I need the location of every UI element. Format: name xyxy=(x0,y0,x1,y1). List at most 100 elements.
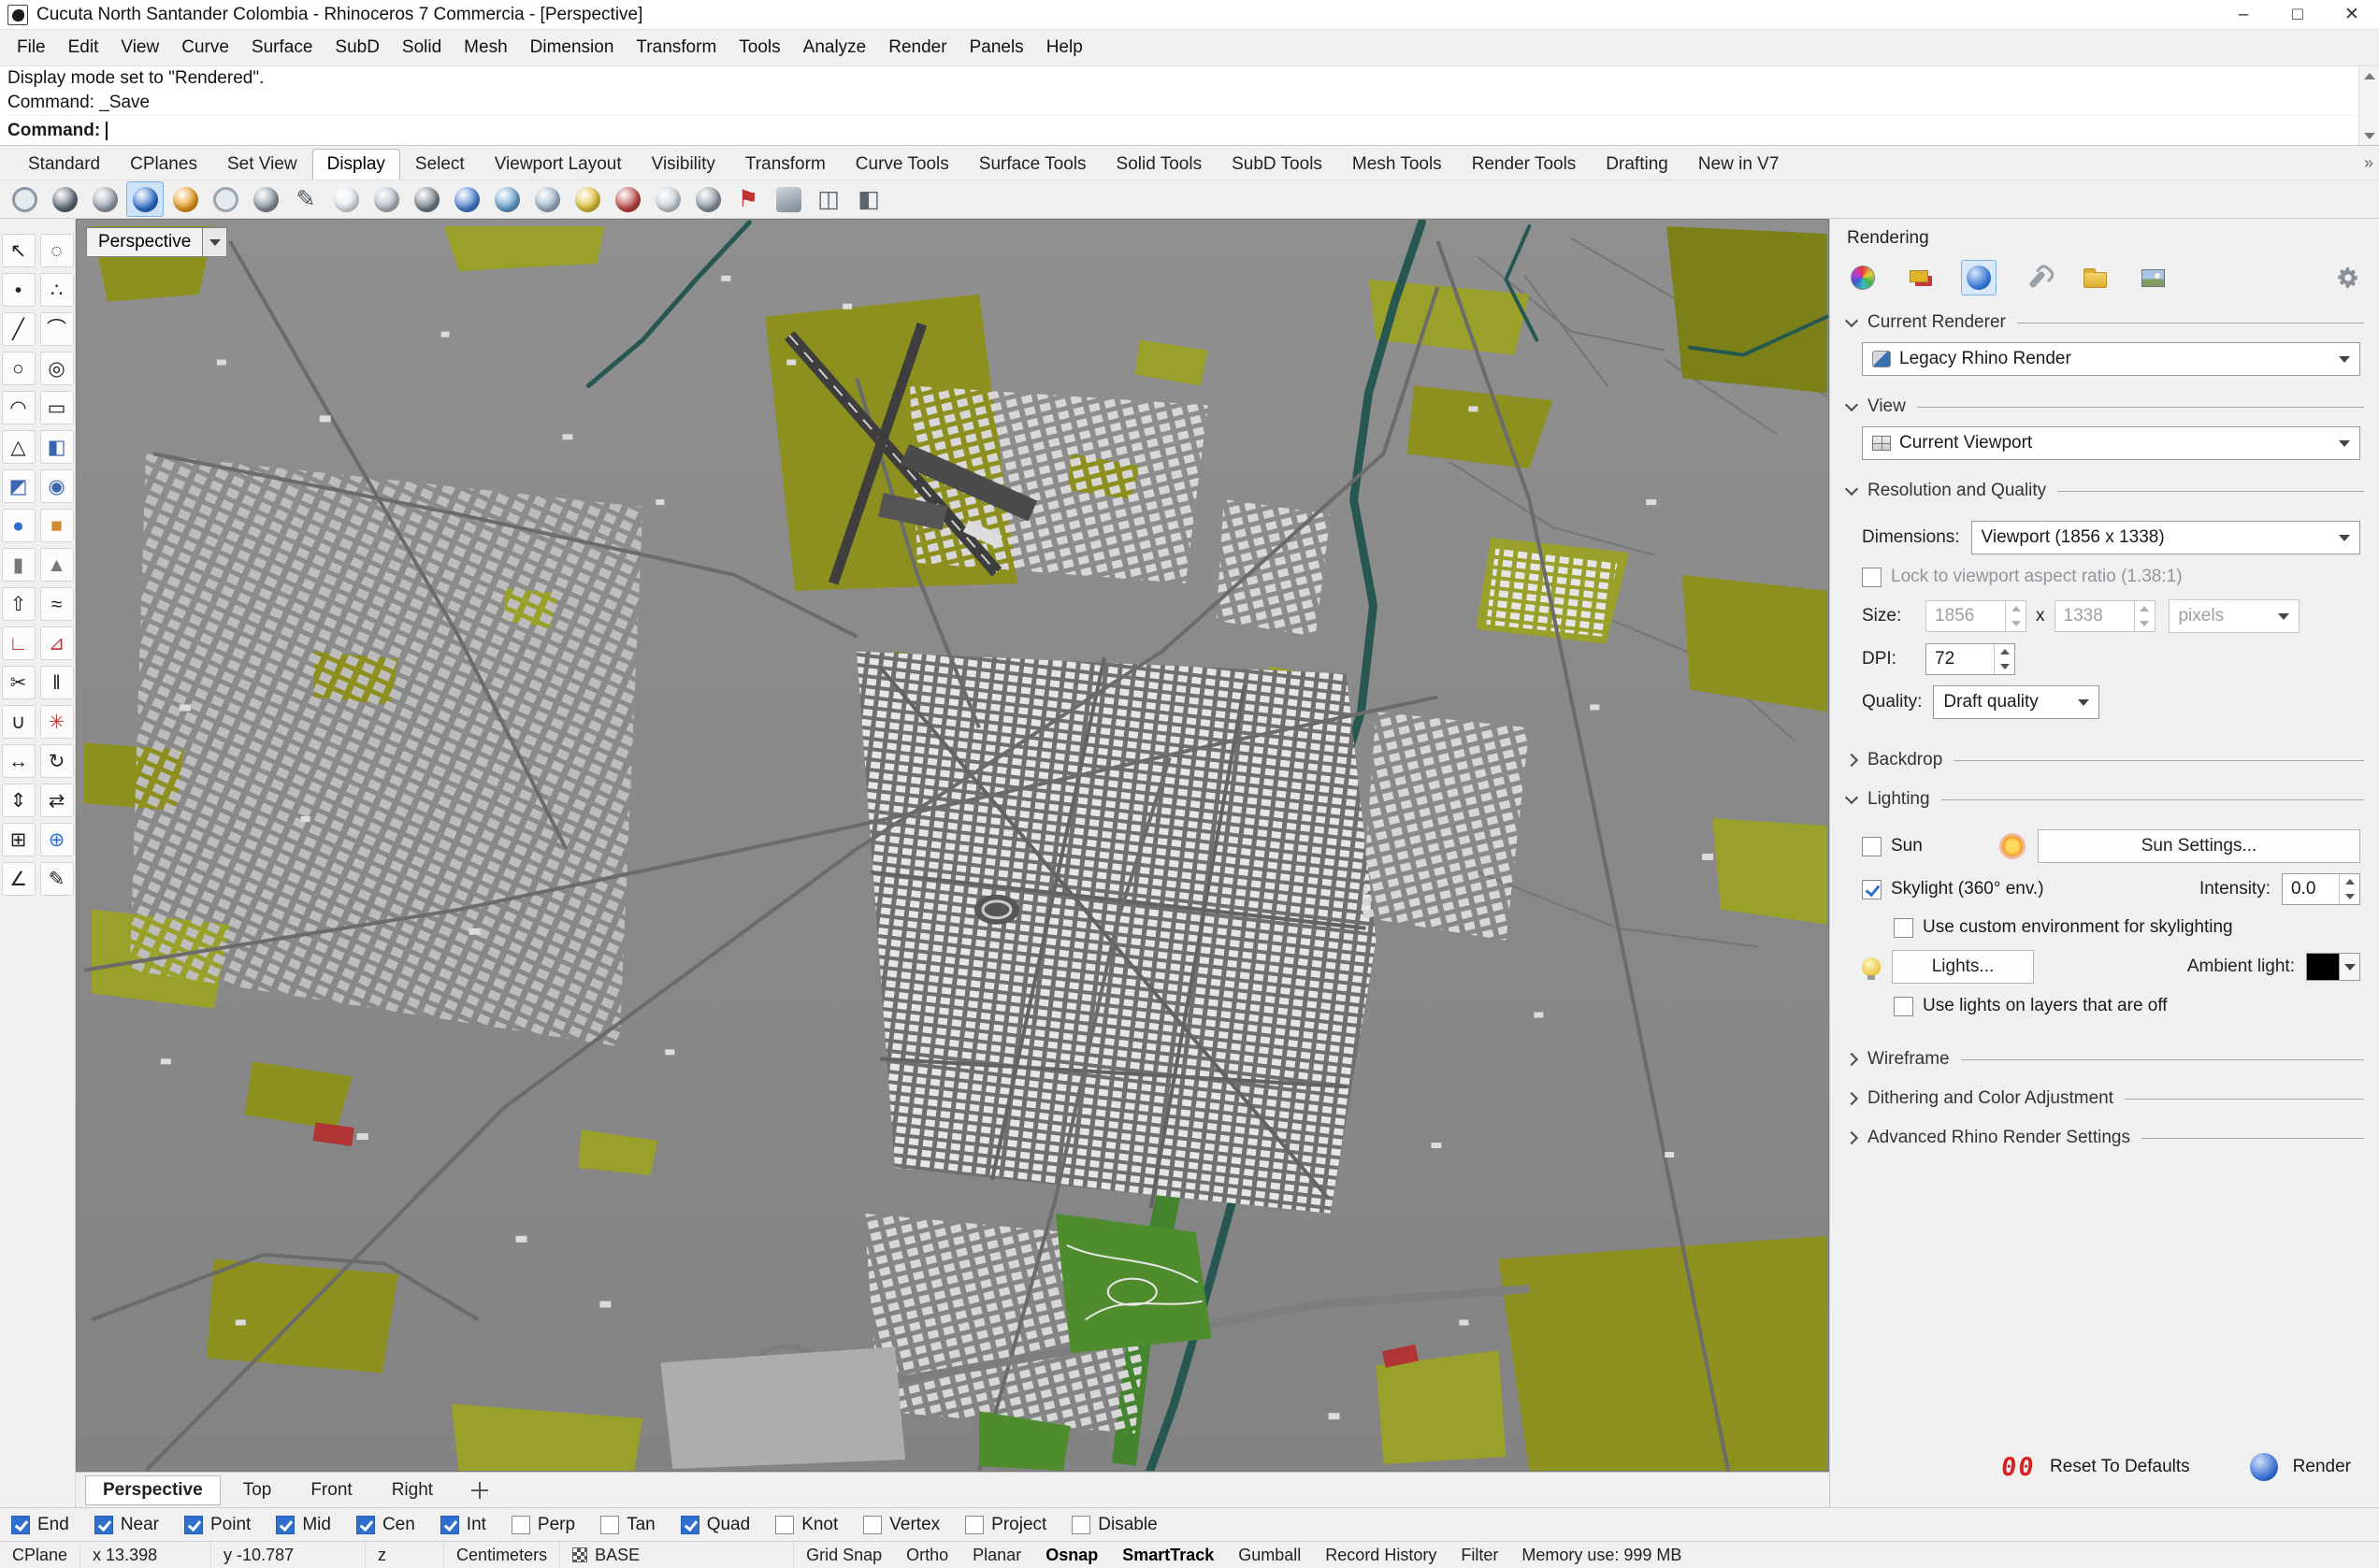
menu-item[interactable]: Transform xyxy=(625,33,728,63)
mirror-tool-icon[interactable]: ⇄ xyxy=(39,784,74,817)
osnap-toggle[interactable]: Vertex xyxy=(863,1515,940,1535)
ambient-color-picker[interactable] xyxy=(2306,953,2360,981)
menu-item[interactable]: File xyxy=(6,33,57,63)
circle-tool-icon[interactable]: ○ xyxy=(1,352,36,385)
menu-item[interactable]: Edit xyxy=(57,33,110,63)
monitor-display-icon[interactable] xyxy=(770,181,807,217)
maximize-button[interactable]: □ xyxy=(2271,0,2325,29)
trim-tool-icon[interactable]: ✂ xyxy=(1,666,36,699)
toolbar-tab[interactable]: Render Tools xyxy=(1457,149,1592,180)
command-input[interactable]: Command: xyxy=(7,115,2379,145)
pan-cross-icon[interactable] xyxy=(470,1481,489,1500)
scale-tool-icon[interactable]: ⇕ xyxy=(1,784,36,817)
osnap-toggle[interactable]: Int xyxy=(440,1515,486,1535)
status-toggle[interactable]: SmartTrack xyxy=(1110,1542,1226,1568)
revolve-tool-icon[interactable]: ◉ xyxy=(39,469,74,503)
spinner[interactable] xyxy=(2133,601,2155,631)
pointcloud-tool-icon[interactable]: ∴ xyxy=(39,273,74,307)
chamfer-tool-icon[interactable]: ⊿ xyxy=(39,626,74,660)
status-toggle[interactable]: Planar xyxy=(960,1542,1033,1568)
status-toggle[interactable]: Osnap xyxy=(1033,1542,1110,1568)
wireframe-display-icon[interactable] xyxy=(6,181,43,217)
technical-display-icon[interactable] xyxy=(207,181,244,217)
lasso-select-tool-icon[interactable]: ◌ xyxy=(39,234,74,267)
measure-tool-icon[interactable]: ∠ xyxy=(1,862,36,896)
height-field[interactable]: 1338 xyxy=(2054,600,2156,632)
extrude-tool-icon[interactable]: ⇧ xyxy=(1,587,36,621)
gear-icon[interactable] xyxy=(2332,262,2364,294)
menu-item[interactable]: Dimension xyxy=(519,33,626,63)
stacked-view-icon[interactable]: ◫ xyxy=(810,181,847,217)
point-tool-icon[interactable]: • xyxy=(1,273,36,307)
explode-tool-icon[interactable]: ✳ xyxy=(39,705,74,739)
lights-button[interactable]: Lights... xyxy=(1892,950,2034,984)
scroll-down-icon[interactable] xyxy=(2359,126,2379,145)
status-toggle[interactable]: Ortho xyxy=(894,1542,960,1568)
osnap-toggle[interactable]: Quad xyxy=(680,1515,750,1535)
units-dropdown[interactable]: pixels xyxy=(2168,599,2300,633)
toolbar-tab[interactable]: CPlanes xyxy=(115,149,212,180)
move-tool-icon[interactable]: ↔ xyxy=(1,744,36,778)
polyline-tool-icon[interactable]: ╱ xyxy=(1,312,36,346)
osnap-toggle[interactable]: Disable xyxy=(1072,1515,1158,1535)
osnap-toggle[interactable]: Knot xyxy=(775,1515,838,1535)
toolbar-tab[interactable]: Visibility xyxy=(637,149,730,180)
status-toggle[interactable]: Filter xyxy=(1449,1542,1510,1568)
toolbar-tab[interactable]: Drafting xyxy=(1591,149,1683,180)
join-tool-icon[interactable]: ∪ xyxy=(1,705,36,739)
menu-item[interactable]: Analyze xyxy=(792,33,878,63)
toolbar-tab[interactable]: Select xyxy=(400,149,480,180)
viewport-title-dropdown[interactable]: Perspective xyxy=(86,227,228,257)
pen-display-icon[interactable]: ✎ xyxy=(287,181,324,217)
status-toggle[interactable]: Grid Snap xyxy=(794,1542,894,1568)
menu-item[interactable]: Mesh xyxy=(453,33,518,63)
viewport-tab[interactable]: Top xyxy=(226,1476,289,1504)
section-header-current-renderer[interactable]: Current Renderer xyxy=(1844,303,2364,342)
custom-environment-checkbox[interactable]: Use custom environment for skylighting xyxy=(1894,917,2360,938)
toolbar-tab[interactable]: Display xyxy=(311,149,400,180)
rendering-panel-tab[interactable] xyxy=(1961,260,1997,295)
menu-item[interactable]: Tools xyxy=(728,33,791,63)
rotate-tool-icon[interactable]: ↻ xyxy=(39,744,74,778)
dpi-field[interactable]: 72 xyxy=(1925,643,2015,675)
display-panel-tab[interactable] xyxy=(1845,260,1881,295)
menu-item[interactable]: SubD xyxy=(324,33,391,63)
osnap-toggle[interactable]: Tan xyxy=(600,1515,656,1535)
tools-panel-tab[interactable] xyxy=(2019,260,2055,295)
active-layer-button[interactable]: BASE xyxy=(560,1542,795,1568)
sun-settings-button[interactable]: Sun Settings... xyxy=(2038,829,2360,863)
toolbar-tab[interactable]: Solid Tools xyxy=(1102,149,1218,180)
osnap-toggle[interactable]: Mid xyxy=(276,1515,331,1535)
sweep-tool-icon[interactable]: ◩ xyxy=(1,469,36,503)
libraries-panel-tab[interactable] xyxy=(2077,260,2112,295)
emap-display-icon[interactable] xyxy=(569,181,606,217)
ellipse-tool-icon[interactable]: ◎ xyxy=(39,352,74,385)
textures-panel-tab[interactable] xyxy=(2135,260,2170,295)
lights-off-layers-checkbox[interactable]: Use lights on layers that are off xyxy=(1894,996,2360,1016)
menu-item[interactable]: Curve xyxy=(170,33,240,63)
polygon-tool-icon[interactable]: △ xyxy=(1,430,36,464)
draft-angle-display-icon[interactable] xyxy=(689,181,727,217)
lock-aspect-checkbox[interactable]: Lock to viewport aspect ratio (1.38:1) xyxy=(1862,567,2360,587)
split-tool-icon[interactable]: ‖ xyxy=(39,666,74,699)
xray-display-icon[interactable] xyxy=(528,181,566,217)
toolbar-tab[interactable]: New in V7 xyxy=(1683,149,1795,180)
arc-tool-icon[interactable]: ◠ xyxy=(1,391,36,424)
osnap-toggle[interactable]: Near xyxy=(94,1515,159,1535)
spinner[interactable] xyxy=(2005,601,2026,631)
reset-to-defaults-button[interactable]: 00 Reset To Defaults xyxy=(1992,1449,2199,1486)
flat-shade-icon[interactable] xyxy=(408,181,445,217)
raytraced-display-icon[interactable] xyxy=(166,181,204,217)
view-dropdown[interactable]: Current Viewport xyxy=(1862,426,2360,460)
close-button[interactable]: ✕ xyxy=(2325,0,2379,29)
toolbar-tab[interactable]: SubD Tools xyxy=(1217,149,1337,180)
gumball-tool-icon[interactable]: ⊕ xyxy=(39,823,74,856)
dimensions-dropdown[interactable]: Viewport (1856 x 1338) xyxy=(1970,521,2360,554)
red-flag-display-icon[interactable]: ⚑ xyxy=(729,181,767,217)
sphere-tool-icon[interactable]: ● xyxy=(1,509,36,542)
spinner[interactable] xyxy=(1994,644,2014,674)
array-tool-icon[interactable]: ⊞ xyxy=(1,823,36,856)
section-header-wireframe[interactable]: Wireframe xyxy=(1844,1040,2364,1079)
arctic-display-icon[interactable] xyxy=(327,181,365,217)
shade-selected-icon[interactable] xyxy=(448,181,485,217)
